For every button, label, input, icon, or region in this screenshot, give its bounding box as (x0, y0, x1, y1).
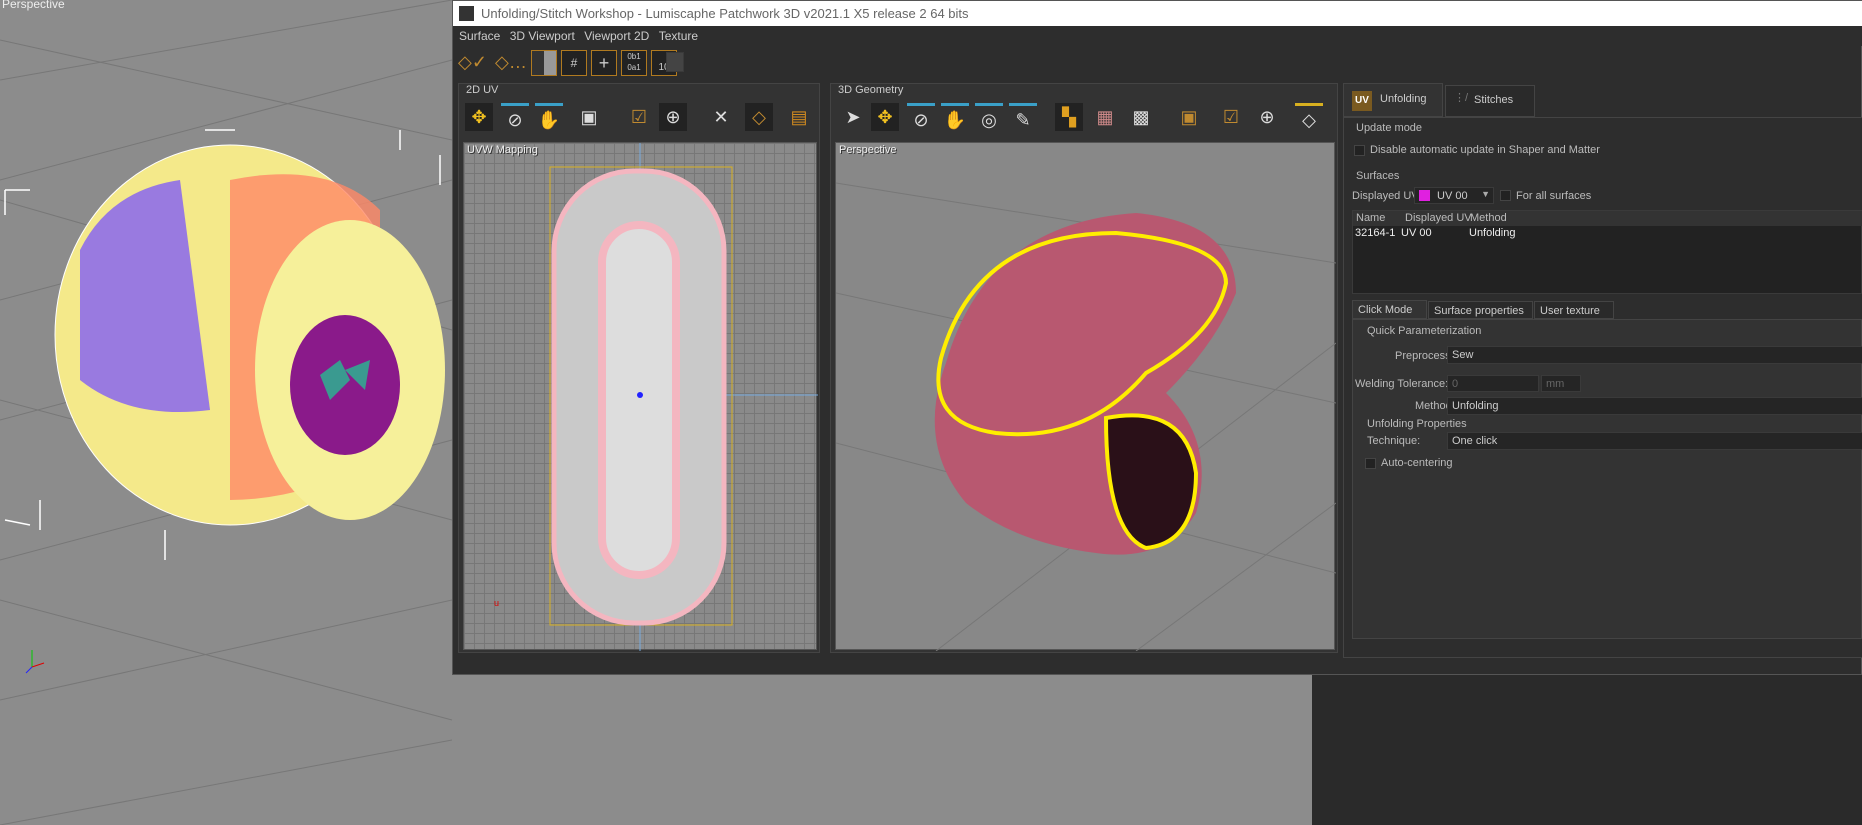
unfold-apply-icon[interactable]: ◇✓ (458, 48, 487, 76)
panel-title: 2D UV (466, 84, 499, 96)
checker-icon[interactable] (531, 50, 557, 76)
user-icon[interactable] (666, 52, 684, 72)
right-panel: UV Unfolding ⋮/ Stitches Update mode Dis… (1343, 83, 1862, 658)
zoom-icon[interactable]: ⊘ (501, 103, 529, 131)
texture-icon[interactable]: ▦ (1091, 103, 1119, 131)
geometry-viewport[interactable]: Perspective (835, 142, 1336, 651)
welding-unit-select[interactable]: mm (1541, 375, 1581, 392)
select-arrow-icon[interactable]: ➤ (839, 103, 867, 131)
pan-hand-icon[interactable]: ✋ (941, 103, 969, 131)
surfaces-table: Name Displayed UV Method 32164-1 UV 00 U… (1352, 210, 1862, 294)
welding-tolerance-input[interactable]: 0 (1447, 375, 1539, 392)
auto-centering-checkbox[interactable] (1365, 458, 1376, 469)
axis-u-label: u (494, 598, 500, 608)
table-row[interactable]: 32164-1 UV 00 Unfolding (1353, 226, 1862, 241)
pan-hand-icon[interactable]: ✋ (535, 103, 563, 131)
preprocess-select[interactable]: Sew (1447, 346, 1862, 364)
zoom-fit-icon[interactable]: ⊕ (1253, 103, 1281, 131)
geometry-toolbar: ➤ ✥ ⊘ ✋ ◎ ✎ ▚ ▦ ▩ ▣ ☑ ⊕ ◇ (835, 99, 1335, 137)
surfaces-title: Surfaces (1356, 170, 1400, 182)
for-all-surfaces-checkbox[interactable] (1500, 190, 1511, 201)
background-app-panel (1312, 675, 1862, 825)
uv-icon: UV (1352, 91, 1372, 111)
wire-cube-icon[interactable]: ▩ (1127, 103, 1155, 131)
unfolding-tab-content: Update mode Disable automatic update in … (1343, 117, 1862, 658)
menu-surface[interactable]: Surface (459, 26, 500, 43)
panel-title: 3D Geometry (838, 84, 904, 96)
grid-icon[interactable]: # (561, 50, 587, 76)
unfold-check-icon[interactable]: ◇ (1295, 103, 1323, 131)
panel-2d-uv: 2D UV ✥ ⊘ ✋ ▣ ☑ ⊕ ✕ ◇ ▤ UVW Mapping u (458, 83, 820, 653)
window-title: Unfolding/Stitch Workshop - Lumiscaphe P… (481, 6, 969, 21)
menu-3d-viewport[interactable]: 3D Viewport (510, 26, 575, 43)
frame-icon[interactable]: ◇ (745, 103, 773, 131)
welding-tolerance-label: Welding Tolerance: (1355, 378, 1449, 390)
cross-icon[interactable]: + (591, 50, 617, 76)
tab-label: Stitches (1474, 94, 1514, 106)
column-method[interactable]: Method (1470, 212, 1507, 224)
geometry-scene (836, 182, 1336, 651)
tab-surface-properties[interactable]: Surface properties (1428, 301, 1533, 319)
uv-viewport[interactable]: UVW Mapping u (463, 142, 818, 651)
viewport-label: Perspective (2, 0, 65, 11)
update-mode-title: Update mode (1356, 122, 1423, 134)
displayed-uv-value: UV 00 (1437, 190, 1468, 202)
unfold-options-icon[interactable]: ◇… (495, 48, 527, 76)
cell-name: 32164-1 (1355, 227, 1396, 239)
quick-param-title: Quick Parameterization (1367, 325, 1482, 337)
technique-label: Technique: (1367, 435, 1421, 447)
method-select[interactable]: Unfolding (1447, 397, 1862, 415)
tools-icon[interactable]: ✕ (707, 103, 735, 131)
cell-displayed-uv: UV 00 (1401, 227, 1432, 239)
column-displayed-uv[interactable]: Displayed UV (1405, 212, 1472, 224)
checker-icon[interactable]: ▚ (1055, 103, 1083, 131)
uv-toolbar: ✥ ⊘ ✋ ▣ ☑ ⊕ ✕ ◇ ▤ (463, 99, 815, 137)
click-mode-content: Quick Parameterization Preprocess: Sew W… (1352, 319, 1862, 639)
panel-3d-geometry: 3D Geometry ➤ ✥ ⊘ ✋ ◎ ✎ ▚ ▦ ▩ ▣ ☑ ⊕ ◇ Pe… (830, 83, 1338, 653)
menu-viewport-2d[interactable]: Viewport 2D (584, 26, 649, 43)
menu-texture[interactable]: Texture (659, 26, 698, 43)
auto-centering-label: Auto-centering (1381, 457, 1453, 469)
wheel-model (54, 144, 445, 526)
chevron-down-icon: ▼ (1481, 189, 1490, 199)
tab-stitches[interactable]: ⋮/ Stitches (1445, 85, 1535, 117)
save-icon[interactable]: ▤ (785, 103, 813, 131)
tab-click-mode[interactable]: Click Mode (1352, 300, 1427, 319)
preprocess-label: Preprocess: (1395, 350, 1454, 362)
uv-set-icon (1419, 190, 1430, 201)
tab-label: Unfolding (1380, 93, 1427, 105)
tab-user-texture[interactable]: User texture (1534, 301, 1614, 319)
menu-bar: Surface 3D Viewport Viewport 2D Texture (453, 26, 1862, 46)
column-name[interactable]: Name (1356, 212, 1385, 224)
workshop-window: Unfolding/Stitch Workshop - Lumiscaphe P… (452, 0, 1862, 675)
cell-method: Unfolding (1469, 227, 1516, 239)
pick-icon[interactable]: ✎ (1009, 103, 1037, 131)
frame-select-icon[interactable]: ▣ (1175, 103, 1203, 131)
move-icon[interactable]: ✥ (871, 103, 899, 131)
disable-update-checkbox[interactable] (1354, 145, 1365, 156)
table-header: Name Displayed UV Method (1353, 211, 1862, 226)
for-all-surfaces-label: For all surfaces (1516, 190, 1592, 202)
stitches-icon: ⋮/ (1454, 92, 1469, 104)
zoom-fit-icon[interactable]: ⊕ (659, 103, 687, 131)
binary-icon[interactable]: 0b1 0a1 (621, 50, 647, 76)
tab-unfolding[interactable]: UV Unfolding (1343, 83, 1443, 117)
technique-select[interactable]: One click (1447, 432, 1862, 450)
orbit-icon[interactable]: ◎ (975, 103, 1003, 131)
uv-mesh (549, 143, 818, 651)
displayed-uv-label: Displayed UV: (1352, 190, 1422, 202)
disable-update-label: Disable automatic update in Shaper and M… (1370, 144, 1600, 156)
unfolding-properties-title: Unfolding Properties (1367, 418, 1467, 430)
title-bar: Unfolding/Stitch Workshop - Lumiscaphe P… (453, 1, 1862, 26)
image-edit-icon[interactable]: ▣ (575, 103, 603, 131)
zoom-icon[interactable]: ⊘ (907, 103, 935, 131)
move-icon[interactable]: ✥ (465, 103, 493, 131)
select-check-icon[interactable]: ☑ (1217, 103, 1245, 131)
axis-gizmo-icon (22, 645, 52, 675)
main-toolbar: ◇✓ ◇… # + 0b1 0a1 10 (453, 48, 693, 78)
select-check-icon[interactable]: ☑ (625, 103, 653, 131)
displayed-uv-select[interactable]: UV 00 ▼ (1414, 187, 1494, 204)
app-icon (459, 6, 474, 21)
